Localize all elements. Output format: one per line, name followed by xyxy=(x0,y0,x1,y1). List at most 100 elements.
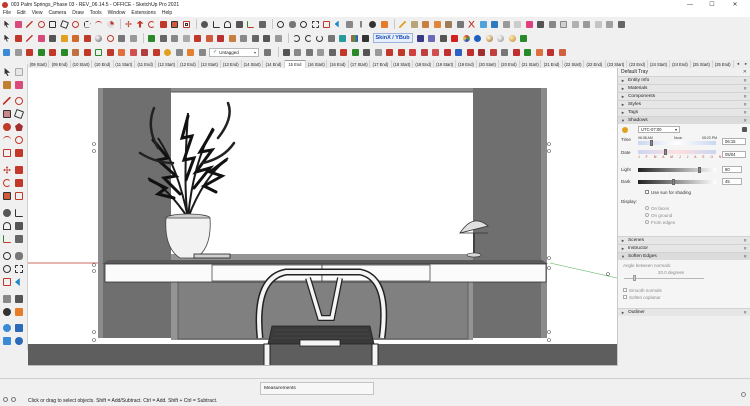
scene-tab[interactable]: (18 Start) xyxy=(392,60,414,68)
menu-tools[interactable]: Tools xyxy=(90,10,102,16)
date-slider-track[interactable] xyxy=(638,150,716,154)
shadow-settings-icon[interactable] xyxy=(742,127,747,132)
select-arrow-icon[interactable] xyxy=(2,34,11,43)
scene-tab[interactable]: (21 End) xyxy=(541,60,563,68)
on-ground-checkbox[interactable] xyxy=(645,213,649,217)
stamp-icon[interactable] xyxy=(433,20,442,29)
make-component-icon[interactable] xyxy=(60,34,69,43)
scene-tab[interactable]: (24 End) xyxy=(670,60,692,68)
menu-edit[interactable]: Edit xyxy=(17,10,26,16)
section-plane-icon[interactable] xyxy=(15,308,23,316)
plugin-m-icon[interactable] xyxy=(431,48,440,57)
orbit-tool-icon[interactable] xyxy=(276,20,285,29)
drape-icon[interactable] xyxy=(421,20,430,29)
text-tool-icon[interactable] xyxy=(15,222,23,230)
scene-tab[interactable]: (11 End) xyxy=(135,60,157,68)
export-icon[interactable] xyxy=(339,48,348,57)
uv-icon[interactable] xyxy=(439,34,448,43)
previous-view-icon[interactable] xyxy=(15,278,20,286)
front-view-icon[interactable] xyxy=(25,48,34,57)
rectangle-tool-icon[interactable] xyxy=(3,110,11,118)
polygon-tool-icon[interactable] xyxy=(15,123,23,131)
scene-tab[interactable]: (14 End) xyxy=(263,60,285,68)
vray-render-icon[interactable] xyxy=(338,34,347,43)
pie-tool-icon[interactable] xyxy=(3,149,11,157)
menu-draw[interactable]: Draw xyxy=(72,10,84,16)
protractor-icon[interactable] xyxy=(223,20,232,29)
plugin-j-icon[interactable] xyxy=(594,20,603,29)
paint-tool-icon[interactable] xyxy=(3,81,11,89)
scene-tab[interactable]: (18 End) xyxy=(413,60,435,68)
scene-tab[interactable]: (16 End) xyxy=(327,60,349,68)
soften-coplanar-checkbox[interactable] xyxy=(623,295,627,299)
top-view-icon[interactable] xyxy=(14,48,23,57)
tape-measure-icon[interactable] xyxy=(3,209,11,217)
joint-pushpull-icon[interactable] xyxy=(216,34,225,43)
plugin-t-icon[interactable] xyxy=(512,48,521,57)
tape-measure-icon[interactable] xyxy=(200,20,209,29)
zoom-window-icon[interactable] xyxy=(15,265,23,273)
arc-2pt-icon[interactable] xyxy=(15,149,23,157)
right-view-icon[interactable] xyxy=(37,48,46,57)
plugin-e-icon[interactable] xyxy=(536,20,545,29)
scene-tab[interactable]: (20 End) xyxy=(499,60,520,68)
pencil-icon[interactable] xyxy=(398,20,407,29)
paint-bucket-icon[interactable] xyxy=(14,34,23,43)
sphere-icon[interactable] xyxy=(94,34,103,43)
left-view-icon[interactable] xyxy=(60,48,69,57)
plugin-f-icon[interactable] xyxy=(548,20,557,29)
plugin-d-icon[interactable] xyxy=(525,20,534,29)
layout-icon[interactable] xyxy=(408,48,417,57)
scene-tab[interactable]: (24 Start) xyxy=(648,60,670,68)
shadows-toggle-icon[interactable] xyxy=(152,48,161,57)
position-camera-icon[interactable] xyxy=(345,20,354,29)
rectangle-draw-icon[interactable] xyxy=(37,34,46,43)
text-tool-icon[interactable] xyxy=(235,20,244,29)
styles-icon[interactable] xyxy=(327,34,336,43)
dark-input[interactable]: 45 xyxy=(722,178,742,185)
smooth-normals-checkbox[interactable] xyxy=(623,288,627,292)
back-view-icon[interactable] xyxy=(48,48,57,57)
rotate-tool-icon[interactable] xyxy=(3,179,11,187)
circle-tool-icon[interactable] xyxy=(71,20,80,29)
display-section-icon[interactable] xyxy=(186,48,195,57)
plugin-r-icon[interactable] xyxy=(489,48,498,57)
render-globe-icon[interactable] xyxy=(473,34,482,43)
dark-slider-thumb[interactable] xyxy=(672,179,675,185)
scene-tab[interactable]: (20 Start) xyxy=(477,60,499,68)
scene-tab[interactable]: (21 Start) xyxy=(520,60,542,68)
scene-tab[interactable]: (10 Start) xyxy=(71,60,93,68)
scene-prev-button[interactable]: ◂ xyxy=(737,61,739,67)
previous-view-icon[interactable] xyxy=(334,20,343,29)
line-tool-icon[interactable] xyxy=(3,97,11,105)
date-slider-thumb[interactable] xyxy=(664,149,667,155)
rotated-rectangle-icon[interactable] xyxy=(13,108,25,120)
monochrome-icon[interactable] xyxy=(140,48,149,57)
iso-view-icon[interactable] xyxy=(2,48,11,57)
light-slider-thumb[interactable] xyxy=(698,167,701,173)
paste-icon[interactable] xyxy=(129,34,138,43)
skinx-badge[interactable]: SkinX / YBub xyxy=(372,33,413,43)
scene-tab[interactable]: (22 End) xyxy=(584,60,606,68)
scene-tab[interactable]: (09 End) xyxy=(49,60,71,68)
plugin-l-icon[interactable] xyxy=(617,20,626,29)
scene-tab[interactable]: (19 End) xyxy=(456,60,478,68)
material-ball-icon[interactable] xyxy=(508,34,517,43)
scene-next-button[interactable]: ▸ xyxy=(745,61,747,67)
scale-tool-icon[interactable] xyxy=(170,20,179,29)
select-tool-icon[interactable] xyxy=(2,20,11,29)
panel-outliner[interactable]: ► Outliner ✕ xyxy=(618,308,750,316)
from-edges-checkbox[interactable] xyxy=(645,220,649,224)
dimension-tool-icon[interactable] xyxy=(15,209,23,217)
make-group-icon[interactable] xyxy=(71,34,80,43)
menu-view[interactable]: View xyxy=(32,10,43,16)
menu-help[interactable]: Help xyxy=(162,10,172,16)
rotated-rectangle-icon[interactable] xyxy=(59,19,69,29)
two-point-icon[interactable] xyxy=(305,48,314,57)
plugin-u-icon[interactable] xyxy=(523,48,532,57)
zoom-tool-icon[interactable] xyxy=(3,265,11,273)
scene-tab[interactable]: (25 End) xyxy=(713,60,734,68)
match-photo-icon[interactable] xyxy=(328,48,337,57)
look-around-icon[interactable] xyxy=(3,308,11,316)
redo-icon[interactable] xyxy=(304,34,313,43)
